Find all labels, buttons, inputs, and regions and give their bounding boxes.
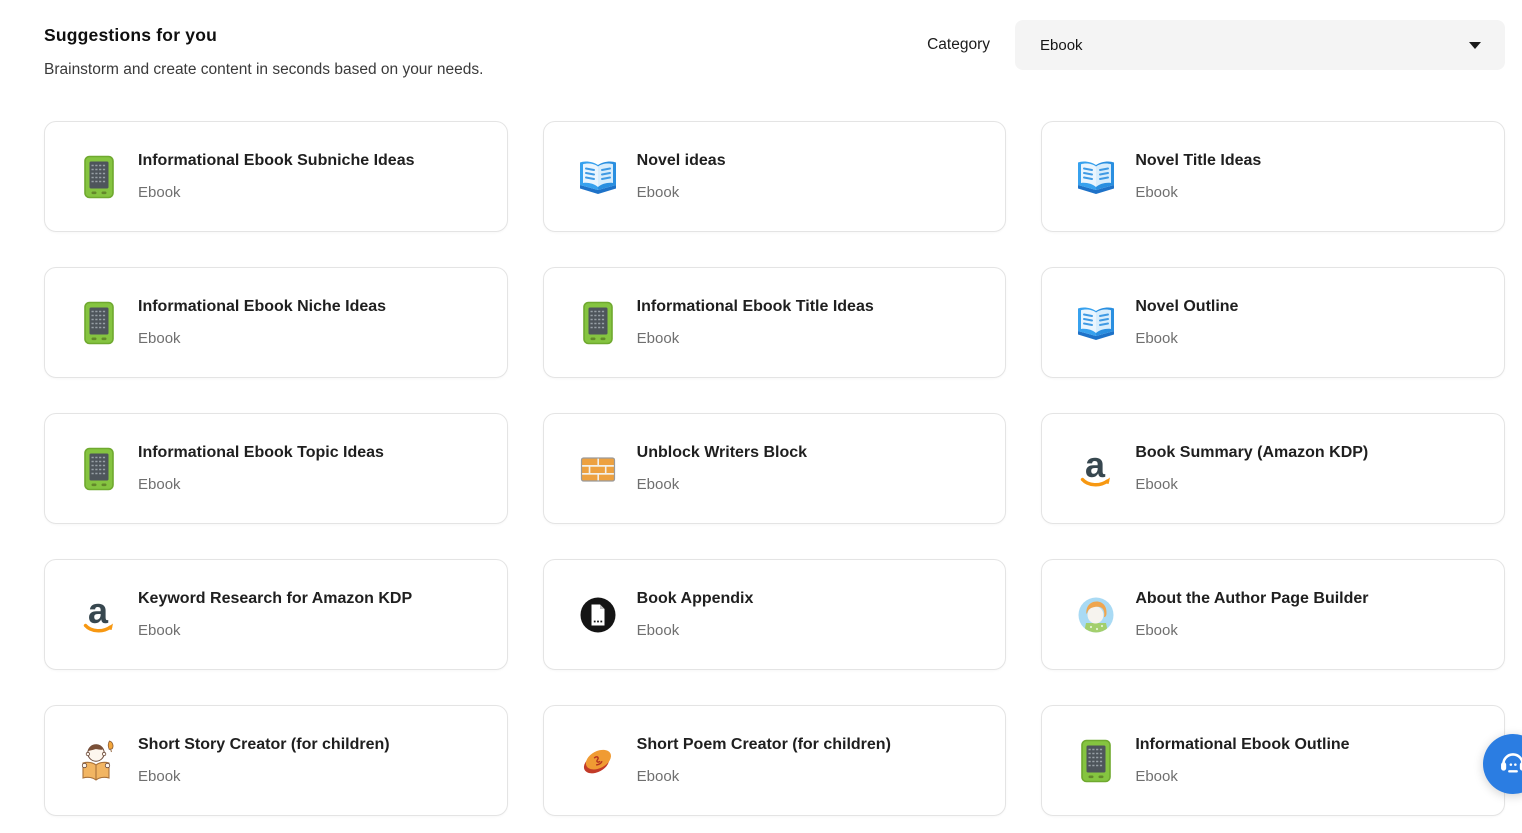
card-text: Informational Ebook Niche Ideas Ebook [138, 298, 398, 347]
card-title: Book Summary (Amazon KDP) [1135, 444, 1368, 462]
ebook-reader-icon [1074, 737, 1118, 785]
suggestion-card[interactable]: Novel Outline Ebook [1041, 267, 1505, 378]
card-subtitle: Ebook [637, 622, 754, 639]
card-text: Keyword Research for Amazon KDP Ebook [138, 590, 424, 639]
category-label: Category [927, 36, 990, 54]
category-filter: Category Ebook [927, 20, 1505, 70]
card-subtitle: Ebook [637, 476, 807, 493]
card-subtitle: Ebook [1135, 622, 1368, 639]
chevron-down-icon [1469, 42, 1481, 49]
card-title: Novel Outline [1135, 298, 1238, 316]
card-text: Informational Ebook Title Ideas Ebook [637, 298, 886, 347]
card-text: Informational Ebook Topic Ideas Ebook [138, 444, 396, 493]
suggestion-card[interactable]: Novel Title Ideas Ebook [1041, 121, 1505, 232]
card-subtitle: Ebook [1135, 330, 1238, 347]
suggestion-card[interactable]: a Book Summary (Amazon KDP) Ebook [1041, 413, 1505, 524]
card-subtitle: Ebook [138, 330, 386, 347]
child-reading-icon [77, 737, 121, 785]
card-title: Informational Ebook Title Ideas [637, 298, 874, 316]
suggestion-card[interactable]: Book Appendix Ebook [543, 559, 1007, 670]
card-text: About the Author Page Builder Ebook [1135, 590, 1380, 639]
ebook-reader-icon [77, 299, 121, 347]
ebook-reader-icon [77, 153, 121, 201]
svg-text:a: a [88, 593, 109, 631]
category-selected-value: Ebook [1040, 37, 1083, 54]
card-text: Novel Title Ideas Ebook [1135, 152, 1273, 201]
ebook-reader-icon [576, 299, 620, 347]
open-book-icon [1074, 153, 1118, 201]
suggestion-card[interactable]: Informational Ebook Outline Ebook [1041, 705, 1505, 816]
open-book-icon [1074, 299, 1118, 347]
card-subtitle: Ebook [1135, 476, 1368, 493]
card-subtitle: Ebook [138, 184, 414, 201]
card-title: Informational Ebook Topic Ideas [138, 444, 384, 462]
suggestion-card[interactable]: Unblock Writers Block Ebook [543, 413, 1007, 524]
card-subtitle: Ebook [138, 622, 412, 639]
suggestion-card[interactable]: Novel ideas Ebook [543, 121, 1007, 232]
card-title: About the Author Page Builder [1135, 590, 1368, 608]
card-title: Keyword Research for Amazon KDP [138, 590, 412, 608]
amazon-logo-icon: a [1074, 445, 1118, 493]
suggestion-card[interactable]: Informational Ebook Title Ideas Ebook [543, 267, 1007, 378]
page-subtitle: Brainstorm and create content in seconds… [44, 61, 483, 79]
suggestions-page: Suggestions for you Brainstorm and creat… [0, 0, 1522, 833]
page-header: Suggestions for you Brainstorm and creat… [44, 25, 483, 79]
card-subtitle: Ebook [138, 768, 390, 785]
card-title: Short Story Creator (for children) [138, 736, 390, 754]
card-text: Short Poem Creator (for children) Ebook [637, 736, 903, 785]
card-subtitle: Ebook [1135, 184, 1261, 201]
card-title: Short Poem Creator (for children) [637, 736, 891, 754]
card-subtitle: Ebook [138, 476, 384, 493]
suggestion-card[interactable]: Short Poem Creator (for children) Ebook [543, 705, 1007, 816]
card-title: Novel Title Ideas [1135, 152, 1261, 170]
open-book-icon [576, 153, 620, 201]
card-title: Novel ideas [637, 152, 726, 170]
brick-wall-icon [576, 445, 620, 493]
category-dropdown[interactable]: Ebook [1015, 20, 1505, 70]
card-title: Book Appendix [637, 590, 754, 608]
card-subtitle: Ebook [1135, 768, 1349, 785]
card-text: Book Summary (Amazon KDP) Ebook [1135, 444, 1380, 493]
suggestion-card[interactable]: About the Author Page Builder Ebook [1041, 559, 1505, 670]
card-text: Novel Outline Ebook [1135, 298, 1250, 347]
card-subtitle: Ebook [637, 330, 874, 347]
card-text: Short Story Creator (for children) Ebook [138, 736, 402, 785]
poem-stamp-icon [576, 737, 620, 785]
suggestion-card[interactable]: Informational Ebook Topic Ideas Ebook [44, 413, 508, 524]
headset-icon [1497, 747, 1522, 782]
card-title: Unblock Writers Block [637, 444, 807, 462]
page-title: Suggestions for you [44, 25, 483, 46]
suggestion-card[interactable]: Short Story Creator (for children) Ebook [44, 705, 508, 816]
card-text: Unblock Writers Block Ebook [637, 444, 819, 493]
card-title: Informational Ebook Niche Ideas [138, 298, 386, 316]
card-text: Book Appendix Ebook [637, 590, 766, 639]
svg-text:a: a [1085, 447, 1106, 485]
card-title: Informational Ebook Outline [1135, 736, 1349, 754]
card-text: Informational Ebook Subniche Ideas Ebook [138, 152, 426, 201]
card-title: Informational Ebook Subniche Ideas [138, 152, 414, 170]
document-page-icon [576, 591, 620, 639]
card-text: Informational Ebook Outline Ebook [1135, 736, 1361, 785]
author-avatar-icon [1074, 591, 1118, 639]
ebook-reader-icon [77, 445, 121, 493]
card-subtitle: Ebook [637, 184, 726, 201]
card-text: Novel ideas Ebook [637, 152, 738, 201]
suggestions-grid: Informational Ebook Subniche IdeasEbookN… [44, 121, 1505, 816]
suggestion-card[interactable]: Informational Ebook Subniche Ideas Ebook [44, 121, 508, 232]
amazon-logo-icon: a [77, 591, 121, 639]
suggestion-card[interactable]: a Keyword Research for Amazon KDP Ebook [44, 559, 508, 670]
suggestion-card[interactable]: Informational Ebook Niche Ideas Ebook [44, 267, 508, 378]
card-subtitle: Ebook [637, 768, 891, 785]
